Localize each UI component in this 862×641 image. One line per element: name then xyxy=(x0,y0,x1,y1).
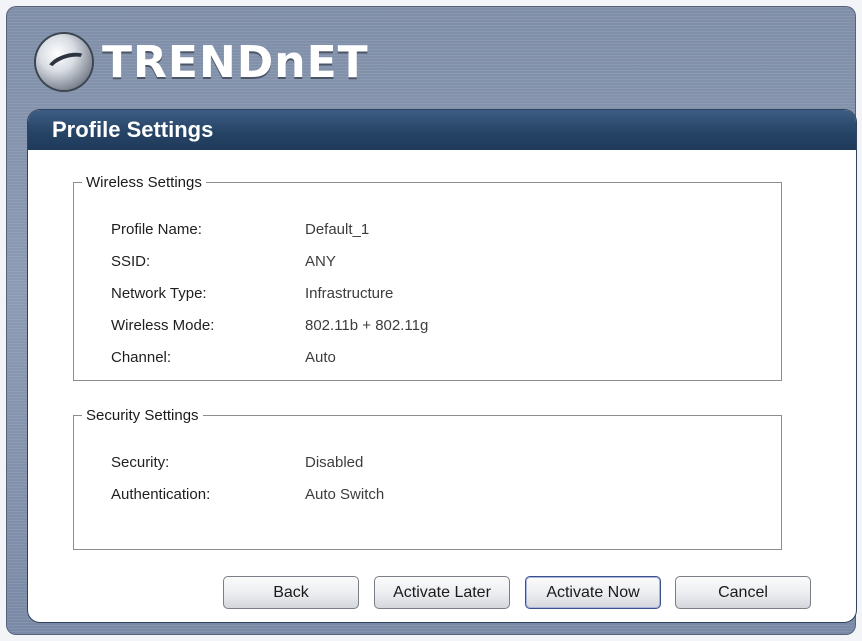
trendnet-globe-icon xyxy=(36,34,92,90)
network-type-value: Infrastructure xyxy=(305,285,394,302)
back-button[interactable]: Back xyxy=(223,576,359,609)
network-type-row: Network Type: Infrastructure xyxy=(111,285,393,302)
logo-text: TRENDnET xyxy=(102,36,369,88)
ssid-row: SSID: ANY xyxy=(111,253,336,270)
security-row: Security: Disabled xyxy=(111,454,363,471)
profile-settings-panel: Profile Settings Wireless Settings Profi… xyxy=(28,110,856,622)
channel-row: Channel: Auto xyxy=(111,349,336,366)
profile-name-row: Profile Name: Default_1 xyxy=(111,221,369,238)
activate-later-button[interactable]: Activate Later xyxy=(374,576,510,609)
authentication-label: Authentication: xyxy=(111,486,211,503)
authentication-row: Authentication: Auto Switch xyxy=(111,486,384,503)
security-value: Disabled xyxy=(305,454,364,471)
channel-label: Channel: xyxy=(111,349,172,366)
ssid-label: SSID: xyxy=(111,253,151,270)
profile-name-value: Default_1 xyxy=(305,221,370,238)
security-settings-group: Security Settings Security: Disabled Auth… xyxy=(73,407,782,550)
cancel-button[interactable]: Cancel xyxy=(675,576,811,609)
authentication-value: Auto Switch xyxy=(305,486,385,503)
wireless-settings-group: Wireless Settings Profile Name: Default_1… xyxy=(73,174,782,381)
channel-value: Auto xyxy=(305,349,336,366)
profile-name-label: Profile Name: xyxy=(111,221,202,238)
wireless-settings-legend: Wireless Settings xyxy=(86,174,202,191)
wireless-mode-value: 802.11b + 802.11g xyxy=(305,317,429,334)
wireless-mode-row: Wireless Mode: 802.11b + 802.11g xyxy=(111,317,428,334)
activate-now-button[interactable]: Activate Now xyxy=(525,576,661,609)
wireless-mode-label: Wireless Mode: xyxy=(111,317,215,334)
network-type-label: Network Type: xyxy=(111,285,207,302)
security-label: Security: xyxy=(111,454,170,471)
trendnet-logo: TRENDnET xyxy=(36,32,369,92)
page-title: Profile Settings xyxy=(28,110,856,150)
ssid-value: ANY xyxy=(305,253,336,270)
security-settings-legend: Security Settings xyxy=(86,407,199,424)
